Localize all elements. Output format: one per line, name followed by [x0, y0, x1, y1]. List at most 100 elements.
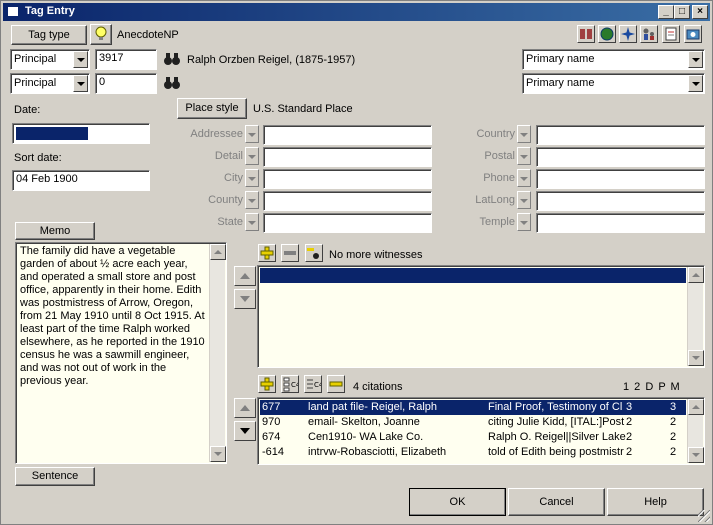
- chevron-down-icon[interactable]: [73, 75, 88, 92]
- camera-icon[interactable]: [684, 25, 702, 43]
- minimize-icon[interactable]: _: [658, 5, 674, 19]
- move-up-icon[interactable]: [234, 266, 256, 286]
- name-type-select-2[interactable]: Primary name: [522, 73, 705, 94]
- chevron-down-icon[interactable]: [688, 51, 703, 68]
- principal-id-field-1[interactable]: 3917: [95, 49, 157, 70]
- chevron-down-icon[interactable]: [517, 147, 531, 165]
- scroll-up-icon[interactable]: [210, 244, 226, 260]
- table-row[interactable]: 674 Cen1910- WA Lake Co. Ralph O. Reigel…: [260, 430, 686, 445]
- find-witness-icon[interactable]: [305, 244, 323, 262]
- close-icon[interactable]: ×: [692, 5, 708, 19]
- witness-list[interactable]: [257, 265, 705, 368]
- place-style-button[interactable]: Place style: [177, 98, 247, 119]
- table-row[interactable]: 970 email- Skelton, Joanne citing Julie …: [260, 415, 686, 430]
- citation-detail: Ralph O. Reigel||Silver Lake: [488, 431, 626, 443]
- move-up-icon[interactable]: [234, 398, 256, 418]
- name-type-select-1[interactable]: Primary name: [522, 49, 705, 70]
- principal-role-value-1: Principal: [14, 53, 57, 65]
- principal-id-field-2[interactable]: 0: [95, 73, 157, 94]
- cancel-button-label: Cancel: [539, 496, 574, 508]
- scroll-down-icon[interactable]: [210, 446, 226, 462]
- binoculars-icon[interactable]: [162, 50, 182, 68]
- latlong-field[interactable]: [536, 191, 705, 211]
- move-down-icon[interactable]: [234, 289, 256, 309]
- table-row[interactable]: -614 intrvw-Robasciotti, Elizabeth told …: [260, 445, 686, 460]
- citation-detail: told of Edith being postmistr: [488, 446, 624, 458]
- help-button[interactable]: Help: [607, 488, 704, 516]
- sort-date-field[interactable]: 04 Feb 1900: [12, 170, 150, 191]
- chevron-down-icon[interactable]: [73, 51, 88, 68]
- citation-list-icon[interactable]: C4: [304, 375, 324, 393]
- citation-detail: citing Julie Kidd, [ITAL:]Post: [488, 416, 625, 428]
- people-icon[interactable]: [640, 25, 658, 43]
- addressee-field[interactable]: [263, 125, 432, 145]
- add-citation-icon[interactable]: [258, 375, 276, 393]
- chevron-down-icon[interactable]: [245, 147, 259, 165]
- move-down-icon[interactable]: [234, 421, 256, 441]
- memo-scrollbar[interactable]: [209, 244, 226, 462]
- help-button-label: Help: [644, 496, 667, 508]
- table-row[interactable]: 677 land pat file- Reigel, Ralph Final P…: [260, 400, 686, 415]
- chevron-down-icon[interactable]: [688, 75, 703, 92]
- add-witness-icon[interactable]: [258, 244, 276, 262]
- svg-text:C4: C4: [314, 381, 321, 389]
- remove-witness-icon[interactable]: [281, 244, 299, 262]
- chevron-down-icon[interactable]: [245, 191, 259, 209]
- memo-textarea[interactable]: The family did have a vegetable garden o…: [15, 242, 227, 464]
- citation-m: 2: [670, 446, 677, 458]
- resize-grip[interactable]: [698, 510, 710, 522]
- city-field[interactable]: [263, 169, 432, 189]
- remove-citation-icon[interactable]: [327, 375, 345, 393]
- scroll-down-icon[interactable]: [688, 447, 704, 463]
- chevron-down-icon[interactable]: [517, 169, 531, 187]
- phone-label: Phone: [483, 172, 515, 184]
- country-field[interactable]: [536, 125, 705, 145]
- place-style-value: U.S. Standard Place: [253, 103, 353, 115]
- lightbulb-icon[interactable]: [90, 24, 112, 45]
- detail-field[interactable]: [263, 147, 432, 167]
- scroll-down-icon[interactable]: [688, 350, 704, 366]
- chevron-down-icon[interactable]: [245, 125, 259, 143]
- citation-list[interactable]: 677 land pat file- Reigel, Ralph Final P…: [257, 397, 705, 465]
- chevron-down-icon[interactable]: [517, 213, 531, 231]
- phone-field[interactable]: [536, 169, 705, 189]
- maximize-icon[interactable]: □: [674, 5, 690, 19]
- country-label: Country: [476, 128, 515, 140]
- citation-m: 3: [670, 401, 677, 413]
- chevron-down-icon[interactable]: [517, 191, 531, 209]
- memo-button[interactable]: Memo: [15, 222, 95, 240]
- citation-id: -614: [262, 446, 285, 458]
- chevron-down-icon[interactable]: [245, 213, 259, 231]
- notepad-icon[interactable]: [662, 25, 680, 43]
- temple-field[interactable]: [536, 213, 705, 233]
- chevron-down-icon[interactable]: [245, 169, 259, 187]
- county-field[interactable]: [263, 191, 432, 211]
- globe-icon[interactable]: [598, 25, 616, 43]
- family-icon[interactable]: [577, 25, 595, 43]
- date-field[interactable]: [12, 123, 150, 144]
- memo-text: The family did have a vegetable garden o…: [20, 245, 205, 387]
- principal-role-select-1[interactable]: Principal: [10, 49, 90, 70]
- binoculars-icon[interactable]: [162, 74, 182, 92]
- postal-field[interactable]: [536, 147, 705, 167]
- date-selection-highlight: [16, 127, 88, 140]
- witness-status: No more witnesses: [329, 249, 423, 261]
- citation-id: 674: [262, 431, 281, 443]
- witness-scrollbar[interactable]: [687, 267, 704, 366]
- citation-detail-icon[interactable]: C4: [281, 375, 301, 393]
- ok-button[interactable]: OK: [409, 488, 506, 516]
- witness-selected-row[interactable]: [260, 268, 686, 283]
- sentence-button[interactable]: Sentence: [15, 467, 95, 486]
- state-label: State: [217, 216, 243, 228]
- scroll-up-icon[interactable]: [688, 267, 704, 283]
- scroll-up-icon[interactable]: [688, 399, 704, 415]
- chevron-down-icon[interactable]: [517, 125, 531, 143]
- place-style-label: Place style: [185, 102, 239, 114]
- tag-type-button[interactable]: Tag type: [11, 25, 87, 45]
- citation-scrollbar[interactable]: [687, 399, 704, 463]
- compass-icon[interactable]: [619, 25, 637, 43]
- title-bar[interactable]: Tag Entry _ □ ×: [3, 3, 710, 21]
- cancel-button[interactable]: Cancel: [508, 488, 605, 516]
- principal-role-select-2[interactable]: Principal: [10, 73, 90, 94]
- state-field[interactable]: [263, 213, 432, 233]
